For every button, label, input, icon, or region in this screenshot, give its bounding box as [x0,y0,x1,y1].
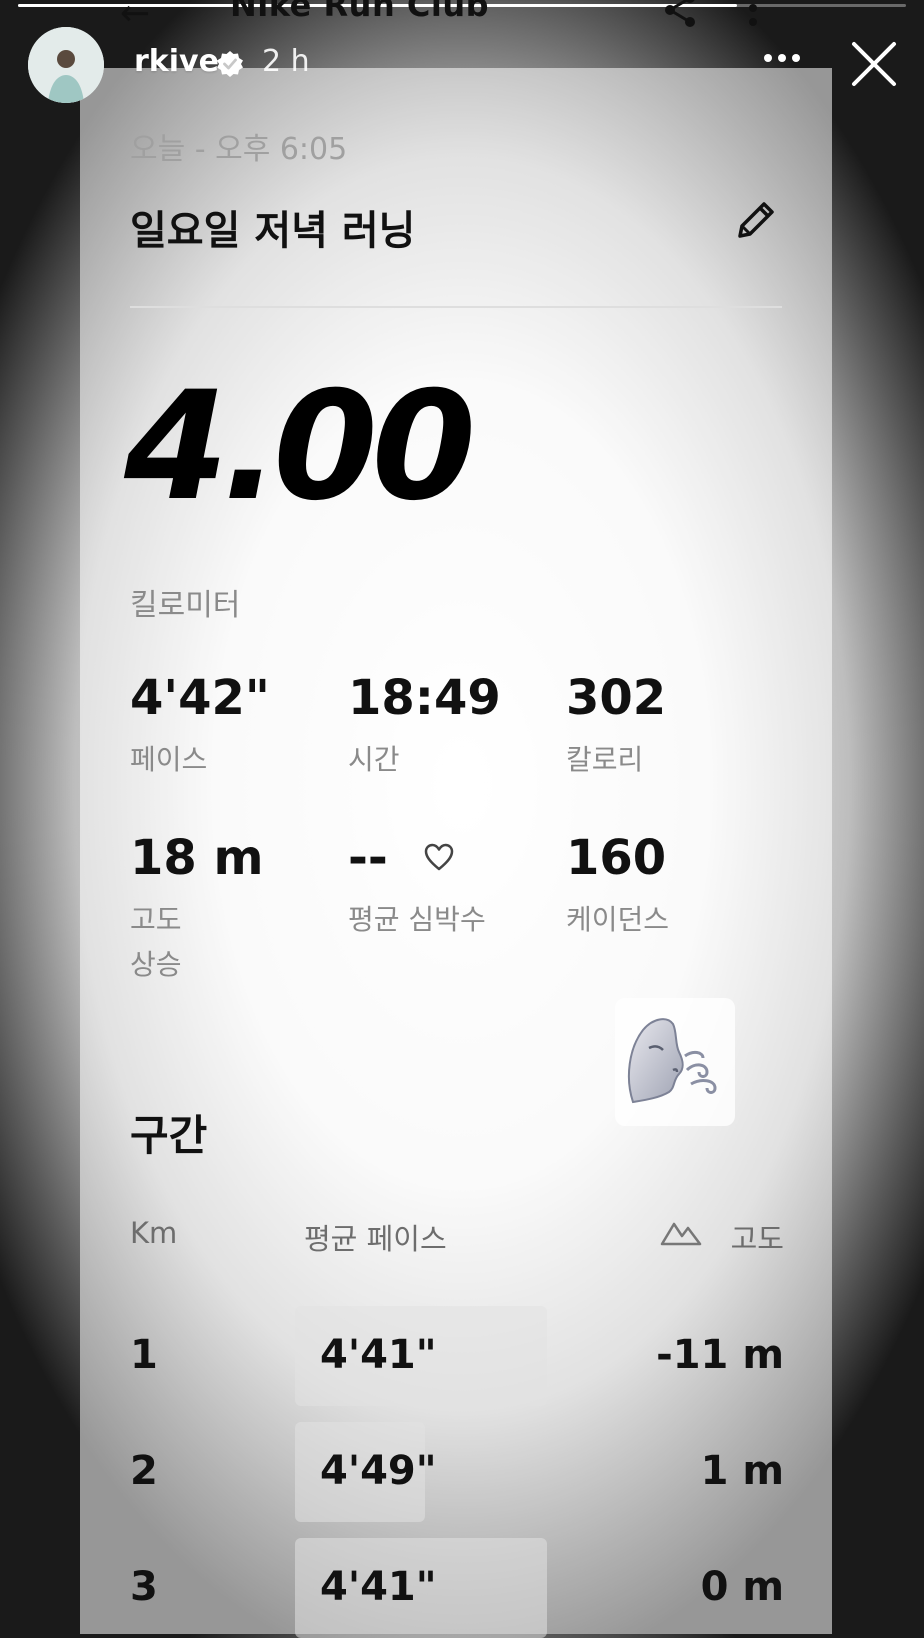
stat-calories: 302 칼로리 [566,674,666,783]
split-km: 1 [130,1332,158,1378]
split-elevation: 0 m [700,1564,784,1610]
face-exhaling-icon [627,1018,717,1104]
split-pace: 4'49" [320,1448,437,1494]
distance-unit: 킬로미터 [130,588,241,623]
stat-label: 칼로리 [566,743,644,776]
stat-label: 고도 상승 [130,903,182,981]
stat-value: 302 [566,670,667,726]
column-km: Km [130,1216,178,1250]
split-km: 2 [130,1448,158,1494]
verified-badge-icon [217,51,243,77]
share-icon[interactable] [660,0,700,30]
stat-label: 페이스 [130,743,208,776]
split-row[interactable]: 1 4'41" -11 m [80,1306,832,1406]
split-elevation: -11 m [656,1332,784,1378]
stat-value: -- [348,830,388,886]
stat-value: 4'42" [130,670,270,726]
split-row[interactable]: 3 4'41" 0 m [80,1538,832,1638]
run-date: 오늘 - 오후 6:05 [130,132,348,167]
stat-cadence: 160 케이던스 [566,834,669,943]
distance-value: 4.00 [124,360,476,534]
arrow-left-icon[interactable]: ← [120,0,150,32]
stat-value: 18:49 [348,670,501,726]
column-elevation: 고도 [730,1222,784,1256]
run-title: 일요일 저녁 러닝 [130,208,416,254]
story-time: 2 h [262,44,310,79]
split-pace: 4'41" [320,1564,437,1610]
more-vertical-icon[interactable] [746,0,760,26]
stat-label: 평균 심박수 [348,903,486,936]
story-username[interactable]: rkive [134,44,219,79]
close-icon[interactable] [850,40,898,88]
mountain-icon [660,1222,702,1246]
split-km: 3 [130,1564,158,1610]
heart-icon [424,843,453,871]
stat-value: 160 [566,830,667,886]
stat-elevation-gain: 18 m 고도 상승 [130,834,264,988]
split-elevation: 1 m [700,1448,784,1494]
avatar[interactable] [28,27,104,103]
app-title: Nike Run Club [230,0,489,24]
face-exhaling-emoji[interactable] [615,998,735,1126]
shared-screenshot: 오늘 - 오후 6:05 일요일 저녁 러닝 4.00 킬로미터 4'42" 페… [80,68,832,1638]
split-pace: 4'41" [320,1332,437,1378]
stat-time: 18:49 시간 [348,674,501,783]
stat-label: 시간 [348,743,400,776]
app-header: ← Nike Run Club [100,0,820,32]
stat-label: 케이던스 [566,903,670,936]
pencil-icon[interactable] [732,198,778,244]
column-avg-pace: 평균 페이스 [304,1222,447,1256]
stat-pace: 4'42" 페이스 [130,674,270,783]
avatar-image [28,27,104,103]
split-row[interactable]: 2 4'49" 1 m [80,1422,832,1522]
splits-title: 구간 [130,1111,208,1160]
stat-value: 18 m [130,830,264,886]
divider [130,306,782,308]
more-horizontal-icon[interactable] [762,52,802,64]
stat-avg-heart-rate: -- 평균 심박수 [348,834,486,943]
